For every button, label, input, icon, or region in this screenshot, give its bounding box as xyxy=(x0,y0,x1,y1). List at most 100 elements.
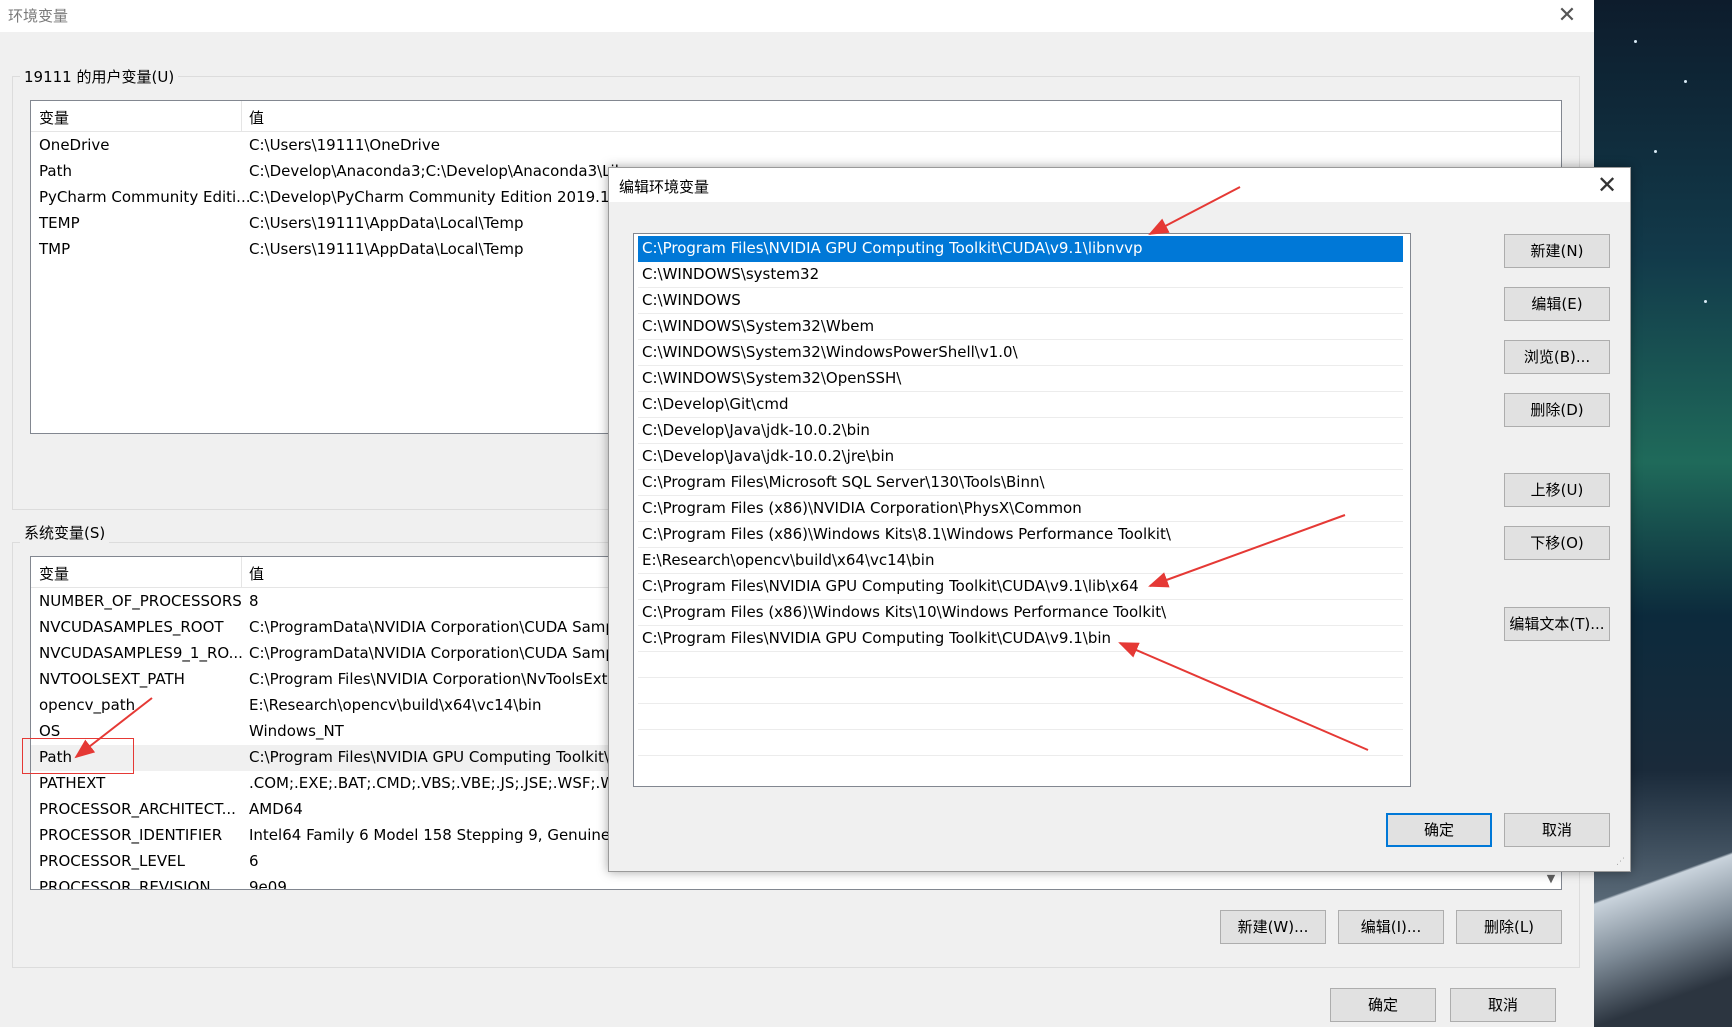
var-name: opencv_path xyxy=(39,696,136,714)
var-value: .COM;.EXE;.BAT;.CMD;.VBS;.VBE;.JS;.JSE;.… xyxy=(249,774,636,792)
table-row[interactable]: PROCESSOR_REVISION 9e09 xyxy=(31,875,1561,890)
var-value: C:\Develop\PyCharm Community Edition 201… xyxy=(249,188,629,206)
path-entry-text: C:\Program Files (x86)\Windows Kits\10\W… xyxy=(642,603,1167,621)
var-name: PROCESSOR_LEVEL xyxy=(39,852,185,870)
var-name: PROCESSOR_IDENTIFIER xyxy=(39,826,223,844)
dialog-cancel-button[interactable]: 取消 xyxy=(1504,813,1610,847)
var-value: C:\ProgramData\NVIDIA Corporation\CUDA S… xyxy=(249,644,615,662)
cancel-button[interactable]: 取消 xyxy=(1450,988,1556,1022)
path-entry-text: E:\Research\opencv\build\x64\vc14\bin xyxy=(642,551,935,569)
var-name: PyCharm Community Editi... xyxy=(39,188,251,206)
var-value: C:\ProgramData\NVIDIA Corporation\CUDA S… xyxy=(249,618,615,636)
path-entry[interactable]: C:\WINDOWS\System32\WindowsPowerShell\v1… xyxy=(638,340,1403,366)
var-name: NVCUDASAMPLES9_1_RO... xyxy=(39,644,243,662)
path-entry-text: C:\Program Files (x86)\NVIDIA Corporatio… xyxy=(642,499,1082,517)
dialog-titlebar: 编辑环境变量 ✕ xyxy=(609,168,1630,202)
path-entry[interactable]: C:\WINDOWS\System32\Wbem xyxy=(638,314,1403,340)
scroll-down-icon[interactable]: ▼ xyxy=(1543,871,1559,887)
path-entry-text: C:\Program Files (x86)\Windows Kits\8.1\… xyxy=(642,525,1171,543)
window-titlebar: 环境变量 ✕ xyxy=(0,0,1594,32)
var-value: E:\Research\opencv\build\x64\vc14\bin xyxy=(249,696,542,714)
path-entry[interactable]: C:\Program Files\Microsoft SQL Server\13… xyxy=(638,470,1403,496)
var-value: C:\Users\19111\OneDrive xyxy=(249,136,440,154)
system-variables-label: 系统变量(S) xyxy=(20,522,110,543)
path-entry-text: C:\WINDOWS\System32\OpenSSH\ xyxy=(642,369,902,387)
var-name: TEMP xyxy=(39,214,80,232)
path-entry[interactable]: E:\Research\opencv\build\x64\vc14\bin xyxy=(638,548,1403,574)
column-header-variable[interactable]: 变量 xyxy=(39,107,69,128)
path-entry-empty[interactable] xyxy=(638,704,1403,730)
delete-path-button[interactable]: 删除(D) xyxy=(1504,393,1610,427)
path-entry-text: C:\Program Files\NVIDIA GPU Computing To… xyxy=(642,239,1143,257)
path-entry-text: C:\Develop\Java\jdk-10.0.2\bin xyxy=(642,421,870,439)
column-header-value[interactable]: 值 xyxy=(249,107,264,128)
path-entry-text: C:\Develop\Git\cmd xyxy=(642,395,789,413)
window-title: 环境变量 xyxy=(8,7,69,25)
path-entry-text: C:\Program Files\NVIDIA GPU Computing To… xyxy=(642,577,1139,595)
var-name: NVCUDASAMPLES_ROOT xyxy=(39,618,224,636)
path-entry[interactable]: C:\Program Files\NVIDIA GPU Computing To… xyxy=(638,574,1403,600)
user-variables-label: 19111 的用户变量(U) xyxy=(20,66,179,87)
browse-button[interactable]: 浏览(B)... xyxy=(1504,340,1610,374)
path-entry[interactable]: C:\Develop\Java\jdk-10.0.2\jre\bin xyxy=(638,444,1403,470)
close-icon[interactable]: ✕ xyxy=(1552,2,1582,30)
annotation-highlight-box xyxy=(22,738,134,774)
var-value: AMD64 xyxy=(249,800,303,818)
var-name: NUMBER_OF_PROCESSORS xyxy=(39,592,242,610)
var-value: Windows_NT xyxy=(249,722,344,740)
var-name: PROCESSOR_REVISION xyxy=(39,878,211,890)
var-value: Intel64 Family 6 Model 158 Stepping 9, G… xyxy=(249,826,625,844)
path-entry[interactable]: C:\Program Files (x86)\NVIDIA Corporatio… xyxy=(638,496,1403,522)
path-entry-empty[interactable] xyxy=(638,652,1403,678)
path-entry-text: C:\WINDOWS xyxy=(642,291,741,309)
path-entry[interactable]: C:\Program Files (x86)\Windows Kits\8.1\… xyxy=(638,522,1403,548)
path-entry-text: C:\WINDOWS\System32\WindowsPowerShell\v1… xyxy=(642,343,1018,361)
path-entry[interactable]: C:\Program Files (x86)\Windows Kits\10\W… xyxy=(638,600,1403,626)
var-value: C:\Program Files\NVIDIA GPU Computing To… xyxy=(249,748,609,766)
path-entry[interactable]: C:\WINDOWS\System32\OpenSSH\ xyxy=(638,366,1403,392)
path-entry-text: C:\WINDOWS\System32\Wbem xyxy=(642,317,875,335)
edit-env-variable-dialog: 编辑环境变量 ✕ C:\Program Files\NVIDIA GPU Com… xyxy=(608,167,1631,872)
var-value: 8 xyxy=(249,592,259,610)
var-value: C:\Develop\Anaconda3;C:\Develop\Anaconda… xyxy=(249,162,625,180)
path-entry-selected[interactable]: C:\Program Files\NVIDIA GPU Computing To… xyxy=(638,236,1403,262)
system-edit-button[interactable]: 编辑(I)... xyxy=(1338,910,1444,944)
move-up-button[interactable]: 上移(U) xyxy=(1504,473,1610,507)
user-list-header: 变量 值 xyxy=(31,101,1561,132)
column-header-value[interactable]: 值 xyxy=(249,563,264,584)
var-value: 9e09 xyxy=(249,878,287,890)
path-entry[interactable]: C:\Develop\Java\jdk-10.0.2\bin xyxy=(638,418,1403,444)
ok-button[interactable]: 确定 xyxy=(1330,988,1436,1022)
path-entries-list[interactable]: C:\Program Files\NVIDIA GPU Computing To… xyxy=(633,233,1411,787)
path-entry-empty[interactable] xyxy=(638,678,1403,704)
path-entry[interactable]: C:\WINDOWS\system32 xyxy=(638,262,1403,288)
table-row[interactable]: OneDrive C:\Users\19111\OneDrive xyxy=(31,133,1561,159)
dialog-ok-button[interactable]: 确定 xyxy=(1386,813,1492,847)
var-name: OneDrive xyxy=(39,136,110,154)
var-name: PROCESSOR_ARCHITECT... xyxy=(39,800,236,818)
var-value: C:\Program Files\NVIDIA Corporation\NvTo… xyxy=(249,670,608,688)
path-entry-text: C:\Develop\Java\jdk-10.0.2\jre\bin xyxy=(642,447,895,465)
column-header-variable[interactable]: 变量 xyxy=(39,563,69,584)
system-new-button[interactable]: 新建(W)... xyxy=(1220,910,1326,944)
resize-grip-icon[interactable]: ⋰ xyxy=(1616,857,1626,867)
path-entry-text: C:\Program Files\Microsoft SQL Server\13… xyxy=(642,473,1045,491)
edit-path-button[interactable]: 编辑(E) xyxy=(1504,287,1610,321)
var-name: PATHEXT xyxy=(39,774,106,792)
edit-text-button[interactable]: 编辑文本(T)... xyxy=(1504,607,1610,641)
var-name: Path xyxy=(39,162,72,180)
var-name: NVTOOLSEXT_PATH xyxy=(39,670,185,688)
path-entry-empty[interactable] xyxy=(638,730,1403,756)
var-value: C:\Users\19111\AppData\Local\Temp xyxy=(249,214,524,232)
path-entry-text: C:\Program Files\NVIDIA GPU Computing To… xyxy=(642,629,1112,647)
path-entry-text: C:\WINDOWS\system32 xyxy=(642,265,820,283)
path-entry[interactable]: C:\Program Files\NVIDIA GPU Computing To… xyxy=(638,626,1403,652)
var-value: C:\Users\19111\AppData\Local\Temp xyxy=(249,240,524,258)
path-entry[interactable]: C:\Develop\Git\cmd xyxy=(638,392,1403,418)
system-delete-button[interactable]: 删除(L) xyxy=(1456,910,1562,944)
move-down-button[interactable]: 下移(O) xyxy=(1504,526,1610,560)
new-path-button[interactable]: 新建(N) xyxy=(1504,234,1610,268)
dialog-close-icon[interactable]: ✕ xyxy=(1592,171,1622,199)
path-entry[interactable]: C:\WINDOWS xyxy=(638,288,1403,314)
var-name: TMP xyxy=(39,240,71,258)
